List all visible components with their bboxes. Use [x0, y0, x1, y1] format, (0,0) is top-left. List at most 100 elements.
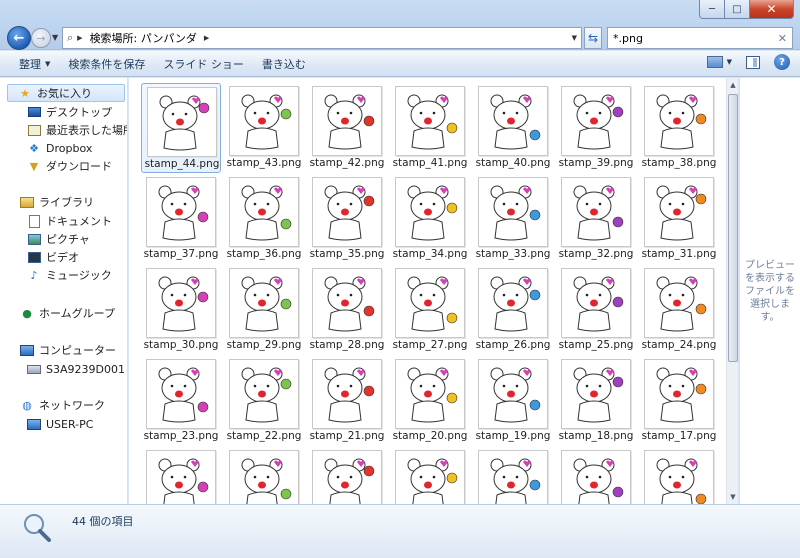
file-item[interactable]: stamp_43.png [224, 83, 304, 173]
breadcrumb-search-location[interactable]: 検索場所: パンパンダ [90, 30, 197, 46]
nav-favorites[interactable]: ★ お気に入り [7, 84, 125, 102]
nav-user-pc[interactable]: USER-PC [27, 415, 93, 433]
back-button[interactable]: ← [7, 26, 31, 50]
file-thumbnail [478, 268, 548, 338]
file-item[interactable]: stamp_18.png [556, 356, 636, 446]
recent-pages-dropdown[interactable]: ▼ [52, 33, 58, 42]
file-item[interactable]: stamp_11.png [556, 447, 636, 504]
file-item[interactable]: stamp_17.png [639, 356, 719, 446]
nav-computer[interactable]: コンピューター [20, 341, 116, 359]
nav-pictures[interactable]: ピクチャ [27, 230, 90, 248]
nav-dropbox[interactable]: ❖ Dropbox [27, 139, 92, 157]
search-input[interactable]: *.png ✕ [607, 27, 793, 49]
file-item[interactable]: stamp_28.png [307, 265, 387, 355]
file-item[interactable]: stamp_44.png [141, 83, 221, 173]
file-item[interactable]: stamp_25.png [556, 265, 636, 355]
file-name: stamp_43.png [226, 157, 302, 169]
nav-libraries[interactable]: ライブラリ [20, 193, 94, 211]
slideshow-button[interactable]: スライド ショー [154, 53, 253, 75]
file-item[interactable]: stamp_22.png [224, 356, 304, 446]
change-view-button[interactable]: ▼ [706, 56, 732, 68]
save-search-button[interactable]: 検索条件を保存 [59, 53, 154, 75]
file-item[interactable]: stamp_40.png [473, 83, 553, 173]
file-item[interactable]: stamp_42.png [307, 83, 387, 173]
nav-music-label: ミュージック [46, 269, 112, 282]
scroll-up-icon[interactable]: ▲ [727, 78, 739, 92]
hard-drive-icon [27, 364, 41, 374]
nav-homegroup-label: ホームグループ [39, 307, 116, 320]
nav-homegroup[interactable]: ● ホームグループ [20, 304, 115, 322]
chevron-right-icon[interactable]: ▶ [77, 34, 82, 42]
maximize-button[interactable]: □ [725, 0, 750, 19]
homegroup-icon: ● [22, 306, 32, 320]
file-item[interactable]: stamp_13.png [390, 447, 470, 504]
nav-favorites-label: お気に入り [37, 87, 92, 100]
address-bar[interactable]: ⌕ ▶ 検索場所: パンパンダ ▶ ▼ [62, 27, 582, 49]
nav-drive-c[interactable]: S3A9239D001 (C:) [27, 360, 127, 378]
chevron-down-icon: ▼ [45, 59, 51, 68]
minimize-button[interactable]: ─ [699, 0, 725, 19]
file-item[interactable]: stamp_20.png [390, 356, 470, 446]
file-item[interactable]: stamp_24.png [639, 265, 719, 355]
file-thumbnail [312, 177, 382, 247]
refresh-icon: ⇆ [587, 31, 599, 45]
nav-recent-places[interactable]: 最近表示した場所 [27, 121, 127, 139]
file-item[interactable]: stamp_32.png [556, 174, 636, 264]
file-thumbnail [561, 86, 631, 156]
file-item[interactable]: stamp_39.png [556, 83, 636, 173]
vertical-scrollbar[interactable]: ▲ ▼ [726, 78, 738, 504]
file-item[interactable]: stamp_35.png [307, 174, 387, 264]
nav-computer-label: コンピューター [39, 344, 116, 357]
file-item[interactable]: stamp_36.png [224, 174, 304, 264]
views-icon [706, 56, 723, 68]
nav-music[interactable]: ♪ ミュージック [27, 266, 112, 284]
file-name: stamp_20.png [392, 430, 468, 442]
file-thumbnail [395, 268, 465, 338]
clear-search-icon[interactable]: ✕ [778, 32, 787, 45]
file-item[interactable]: stamp_38.png [639, 83, 719, 173]
nav-documents[interactable]: ドキュメント [27, 212, 112, 230]
file-item[interactable]: stamp_37.png [141, 174, 221, 264]
file-item[interactable]: stamp_10.png [639, 447, 719, 504]
file-item[interactable]: stamp_12.png [473, 447, 553, 504]
nav-desktop[interactable]: デスクトップ [27, 103, 112, 121]
nav-network[interactable]: ◍ ネットワーク [20, 396, 105, 414]
dropbox-icon: ❖ [29, 141, 39, 155]
chevron-right-icon[interactable]: ▶ [204, 34, 209, 42]
close-button[interactable]: ✕ [750, 0, 794, 19]
file-item[interactable]: stamp_33.png [473, 174, 553, 264]
organize-button[interactable]: 整理 ▼ [10, 53, 59, 75]
file-thumbnail [644, 359, 714, 429]
nav-downloads[interactable]: ▼ ダウンロード [27, 157, 112, 175]
preview-pane-icon[interactable] [746, 55, 760, 69]
file-item[interactable]: stamp_30.png [141, 265, 221, 355]
file-name: stamp_24.png [641, 339, 717, 351]
file-thumbnail [312, 86, 382, 156]
file-item[interactable]: stamp_34.png [390, 174, 470, 264]
file-thumbnail [146, 450, 216, 504]
file-item[interactable]: stamp_14.png [307, 447, 387, 504]
file-item[interactable]: stamp_26.png [473, 265, 553, 355]
file-item[interactable]: stamp_21.png [307, 356, 387, 446]
help-icon[interactable]: ? [774, 54, 790, 70]
burn-label: 書き込む [261, 57, 306, 71]
arrow-left-icon: ← [13, 30, 25, 46]
recent-places-icon [27, 124, 41, 136]
burn-button[interactable]: 書き込む [253, 53, 315, 75]
forward-button[interactable]: → [31, 28, 51, 48]
file-thumbnail [478, 359, 548, 429]
file-item[interactable]: stamp_27.png [390, 265, 470, 355]
file-item[interactable]: stamp_23.png [141, 356, 221, 446]
file-item[interactable]: stamp_41.png [390, 83, 470, 173]
address-dropdown-icon[interactable]: ▼ [572, 34, 577, 42]
details-pane: 44 個の項目 [0, 504, 800, 558]
file-item[interactable]: stamp_31.png [639, 174, 719, 264]
file-item[interactable]: stamp_29.png [224, 265, 304, 355]
file-item[interactable]: stamp_15.png [224, 447, 304, 504]
nav-videos[interactable]: ビデオ [27, 248, 79, 266]
scrollbar-thumb[interactable] [728, 94, 738, 362]
file-item[interactable]: stamp_19.png [473, 356, 553, 446]
refresh-button[interactable]: ⇆ [584, 27, 602, 49]
file-item[interactable]: stamp_16.png [141, 447, 221, 504]
scroll-down-icon[interactable]: ▼ [727, 490, 739, 504]
